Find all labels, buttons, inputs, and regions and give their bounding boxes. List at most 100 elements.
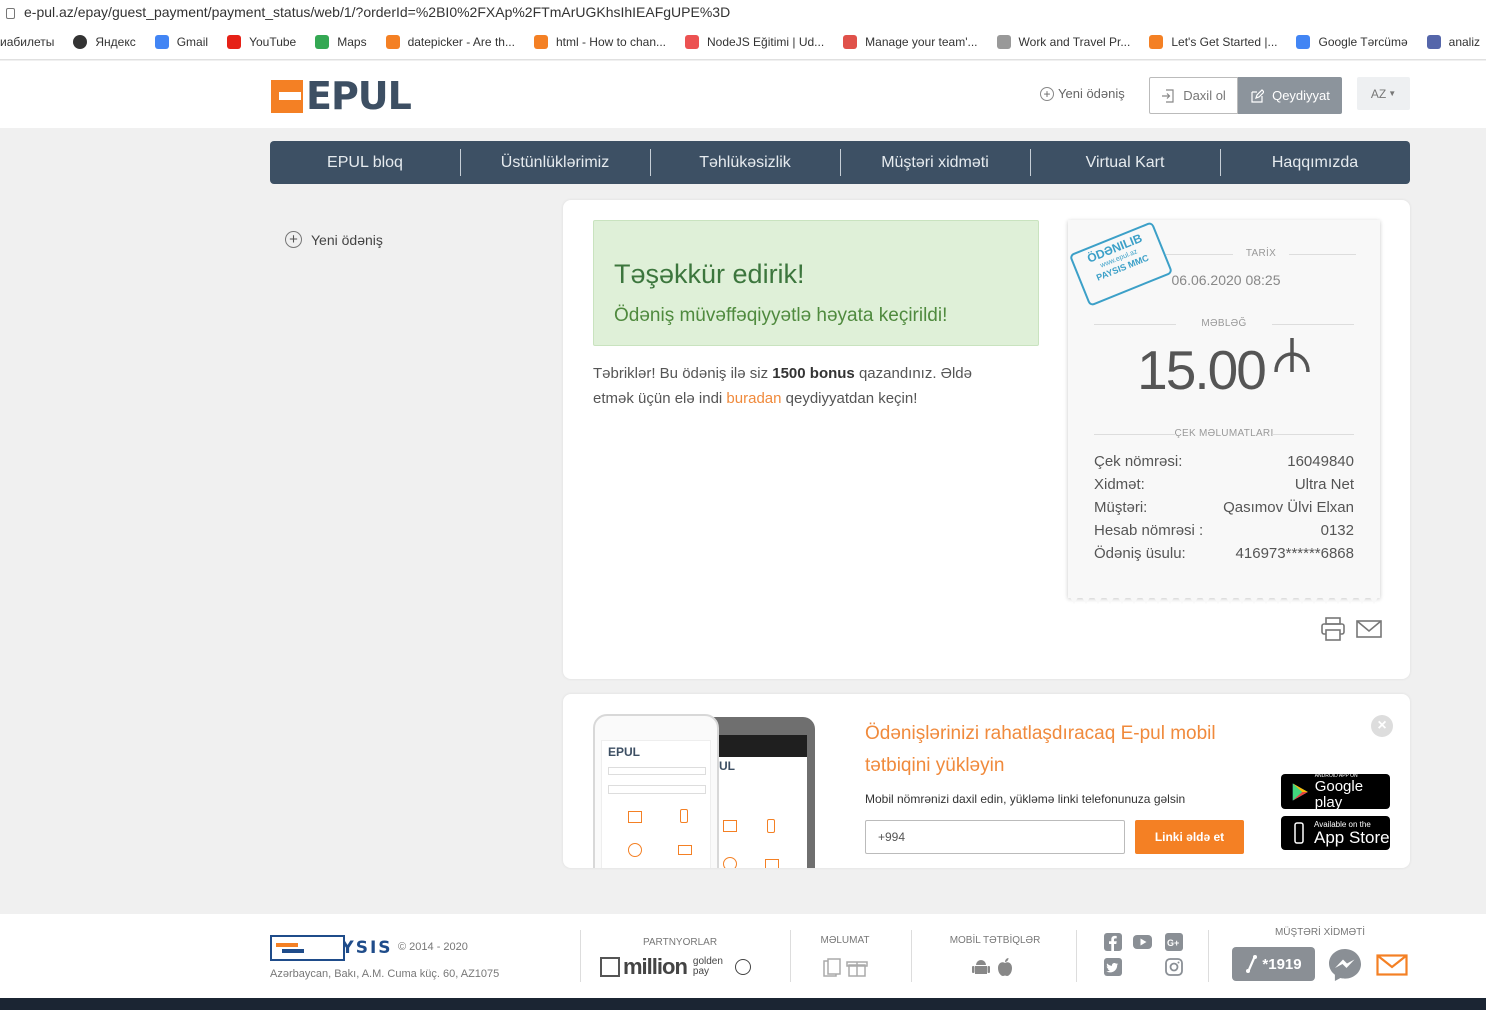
app-promo-title: Ödənişlərinizi rahatlaşdıracaq E-pul mob… (865, 723, 1216, 776)
nav-item-advantages[interactable]: Üstünlüklərimiz (460, 141, 650, 184)
bookmark-item[interactable]: datepicker - Are th... (385, 34, 515, 49)
bookmark-favicon-icon (227, 34, 242, 49)
site-footer: PAYSIS © 2014 - 2020 Azərbaycan, Bakı, A… (0, 914, 1486, 998)
manat-icon (1274, 338, 1310, 373)
phone-device-icon (680, 809, 688, 823)
bookmark-item[interactable]: Яндекс (73, 34, 136, 49)
bookmark-item[interactable]: YouTube (227, 34, 296, 49)
million-logo[interactable]: million (623, 954, 688, 980)
footer-divider (1208, 930, 1209, 982)
plus-circle-icon: + (285, 231, 302, 248)
android-icon[interactable] (972, 958, 990, 978)
bookmark-item[interactable]: Maps (315, 34, 367, 49)
login-icon (1162, 88, 1174, 103)
bookmark-item[interactable]: Let's Get Started |... (1149, 34, 1277, 49)
address: Azərbaycan, Bakı, A.M. Cuma küç. 60, AZ1… (270, 968, 500, 980)
paysis-logo: PAYSIS (270, 935, 395, 961)
phone-back-tv-icon (765, 859, 779, 868)
twitter-icon[interactable] (1104, 958, 1122, 976)
bookmarks-bar: иабилеты Яндекс Gmail YouTube Maps datepicker… (0, 24, 1486, 60)
sidebar-new-payment[interactable]: + Yeni ödəniş (285, 231, 383, 248)
app-store-button[interactable]: Available on the App Store (1281, 816, 1390, 850)
google-play-button[interactable]: ANDROID APP ON Google play (1281, 773, 1390, 810)
phone-icon (1246, 955, 1258, 973)
success-title: Təşəkkür edirik! (614, 259, 805, 289)
lock-icon (6, 7, 15, 19)
epul-logo[interactable]: EPUL (271, 77, 412, 115)
messenger-icon[interactable] (1327, 947, 1363, 983)
documents-gift-icon[interactable] (822, 958, 868, 978)
paid-stamp: ÖDƏNILIB www.epul.az PAYSIS MMC (1068, 221, 1174, 307)
phone-home-icon (628, 811, 642, 823)
caret-down-icon: ▼ (1388, 89, 1397, 98)
address-bar[interactable]: e-pul.az/epay/guest_payment/payment_stat… (0, 0, 1486, 24)
partners-label: PARTNYORLAR (642, 937, 718, 948)
nav-item-security[interactable]: Təhlükəsizlik (650, 141, 840, 184)
close-icon[interactable]: × (1371, 715, 1393, 737)
apple-icon[interactable] (996, 957, 1014, 977)
print-icon[interactable] (1320, 616, 1346, 642)
receipt-row-service: Xidmət: Ultra Net (1094, 476, 1354, 493)
footer-divider (580, 930, 581, 982)
phone-number-input[interactable]: +994 (865, 820, 1125, 854)
bookmark-favicon-icon (843, 34, 858, 49)
receipt-row-check-number: Çek nömrəsi: 16049840 (1094, 453, 1354, 470)
million-logo-icon (600, 957, 620, 977)
bookmark-favicon-icon (996, 34, 1011, 49)
nav-item-about[interactable]: Haqqımızda (1220, 141, 1410, 184)
bookmark-favicon-icon (154, 34, 169, 49)
google-play-icon (1292, 783, 1308, 800)
goldenpay-logo[interactable]: golden pay (693, 957, 729, 977)
new-payment-link[interactable]: + Yeni ödəniş (1040, 86, 1125, 101)
youtube-icon[interactable] (1133, 934, 1152, 950)
partner-logos: million golden pay (600, 954, 751, 980)
svg-text:G+: G+ (1167, 938, 1179, 948)
login-button[interactable]: Daxil ol (1149, 77, 1238, 114)
google-plus-icon[interactable]: G+ (1165, 933, 1183, 951)
hotline-badge[interactable]: *1919 (1232, 947, 1315, 981)
partner-circle-icon (734, 959, 751, 975)
bookmark-item[interactable]: Google Tərcümə (1296, 34, 1408, 49)
nav-item-customer-service[interactable]: Müştəri xidməti (840, 141, 1030, 184)
bookmark-item[interactable]: Manage your team'... (843, 34, 978, 49)
mail-icon[interactable] (1376, 954, 1408, 976)
nav-item-blog[interactable]: EPUL bloq (270, 141, 460, 184)
receipt-torn-edge (1068, 594, 1380, 604)
footer-divider (790, 930, 791, 982)
bookmark-item[interactable]: html - How to chan... (533, 34, 666, 49)
app-promo-subtitle: Mobil nömrənizi daxil edin, yükləmə link… (865, 792, 1186, 806)
instagram-icon[interactable] (1165, 958, 1183, 976)
mail-icon[interactable] (1356, 616, 1382, 642)
bonus-message: Təbriklər! Bu ödəniş ilə siz 1500 bonus … (593, 365, 972, 407)
bookmark-favicon-icon (685, 34, 699, 49)
bookmark-item[interactable]: иабилеты (0, 35, 54, 49)
url-text[interactable]: e-pul.az/epay/guest_payment/payment_stat… (24, 4, 730, 20)
bookmark-favicon-icon (1426, 34, 1441, 49)
nav-item-virtual-card[interactable]: Virtual Kart (1030, 141, 1220, 184)
bookmark-favicon-icon (315, 34, 330, 49)
register-button[interactable]: Qeydiyyat (1238, 77, 1342, 114)
site-header: EPUL + Yeni ödəniş Daxil ol Qeydiyyat AZ… (0, 61, 1486, 128)
bookmark-item[interactable]: Work and Travel Pr... (996, 34, 1130, 49)
app-promo-card: UL EPUL Ödənişlərinizi rahatlaşdıracaq E… (563, 694, 1410, 868)
footer-divider (1076, 930, 1077, 982)
get-link-button[interactable]: Linki əldə et (1135, 820, 1244, 854)
facebook-icon[interactable] (1104, 933, 1122, 951)
amount-label: MƏBLƏĞ (1094, 318, 1354, 329)
bookmark-item[interactable]: NodeJS Eğitimi | Ud... (685, 34, 824, 49)
language-select[interactable]: AZ ▼ (1357, 77, 1410, 110)
bonus-amount: 1500 bonus (772, 365, 855, 382)
receipt-row-account: Hesab nömrəsi :0132 (1094, 522, 1354, 539)
receipt-date: 06.06.2020 08:25 (1171, 272, 1281, 288)
apple-icon (1294, 822, 1304, 844)
receipt-row-customer: Müştəri: Qasımov Ülvi Elxan (1094, 499, 1354, 516)
bookmark-item[interactable]: analiz (1426, 34, 1480, 49)
footer-divider (911, 930, 912, 982)
phone-tv-icon (678, 845, 692, 855)
receipt-details: Çek nömrəsi: 16049840 Xidmət: Ultra Net Mü… (1094, 450, 1354, 565)
customer-service-label: MÜŞTƏRİ XİDMƏTİ (1274, 927, 1366, 938)
bookmark-item[interactable]: Gmail (154, 34, 208, 49)
phones-illustration: UL EPUL (593, 714, 815, 868)
register-here-link[interactable]: buradan (726, 390, 781, 407)
bookmark-favicon-icon (385, 34, 400, 49)
